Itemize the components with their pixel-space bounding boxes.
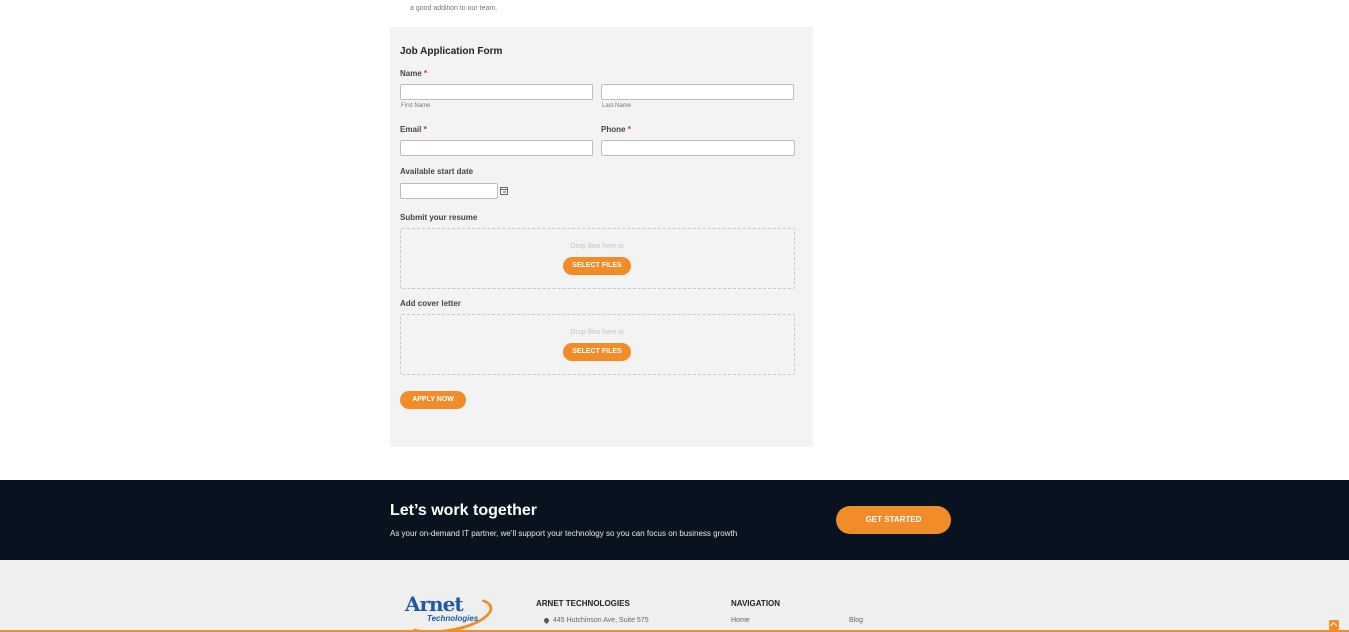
- drop-hint: Drop files here or: [570, 329, 625, 336]
- last-name-sublabel: Last Name: [602, 103, 632, 109]
- cover-letter-label: Add cover letter: [400, 299, 461, 308]
- required-mark: *: [423, 125, 427, 134]
- last-name-input[interactable]: [601, 84, 794, 100]
- apply-now-button[interactable]: APPLY NOW: [400, 391, 466, 409]
- resume-label: Submit your resume: [400, 213, 478, 222]
- cover-letter-select-files-button[interactable]: SELECT FILES: [563, 343, 631, 361]
- first-name-sublabel: First Name: [401, 103, 431, 109]
- form-title: Job Application Form: [400, 46, 503, 57]
- email-label-text: Email: [400, 125, 422, 134]
- first-name-input[interactable]: [400, 84, 593, 100]
- cta-subtitle: As your on-demand IT partner, we’ll supp…: [390, 529, 738, 538]
- email-input[interactable]: [400, 140, 593, 156]
- cover-letter-dropzone[interactable]: Drop files here or SELECT FILES: [400, 314, 795, 375]
- navigation-heading: NAVIGATION: [731, 599, 781, 608]
- company-heading: ARNET TECHNOLOGIES: [536, 599, 630, 608]
- nav-link-home[interactable]: Home: [731, 617, 750, 624]
- chevron-up-icon[interactable]: [1329, 620, 1339, 630]
- calendar-icon[interactable]: [500, 187, 508, 195]
- phone-input[interactable]: [601, 140, 795, 156]
- resume-select-files-button[interactable]: SELECT FILES: [563, 257, 631, 275]
- phone-label-text: Phone: [601, 125, 626, 134]
- email-label: Email *: [400, 125, 427, 134]
- name-label-text: Name: [400, 69, 422, 78]
- cta-band: Let’s work together As your on-demand IT…: [0, 480, 1349, 560]
- resume-dropzone[interactable]: Drop files here or SELECT FILES: [400, 228, 795, 289]
- job-application-form: Job Application Form Name * First Name L…: [390, 27, 813, 447]
- map-pin-icon: [542, 616, 551, 625]
- arnet-logo[interactable]: Arnet Technologies: [400, 590, 496, 632]
- required-mark: *: [424, 69, 428, 78]
- phone-label: Phone *: [601, 125, 631, 134]
- start-date-label: Available start date: [400, 167, 474, 176]
- intro-text-line: a good addition to our team.: [410, 5, 498, 12]
- logo-wordmark: Arnet: [405, 592, 464, 616]
- get-started-button[interactable]: GET STARTED: [836, 506, 951, 534]
- name-label: Name *: [400, 69, 427, 78]
- start-date-input[interactable]: [400, 183, 498, 199]
- logo-subtext: Technologies: [427, 614, 479, 623]
- address-line: 445 Hutchinson Ave, Suite 575: [553, 617, 649, 624]
- cta-title: Let’s work together: [390, 502, 537, 519]
- nav-link-blog[interactable]: Blog: [849, 617, 863, 624]
- drop-hint: Drop files here or: [570, 243, 625, 250]
- footer: Arnet Technologies ARNET TECHNOLOGIES 44…: [0, 560, 1349, 632]
- required-mark: *: [627, 125, 631, 134]
